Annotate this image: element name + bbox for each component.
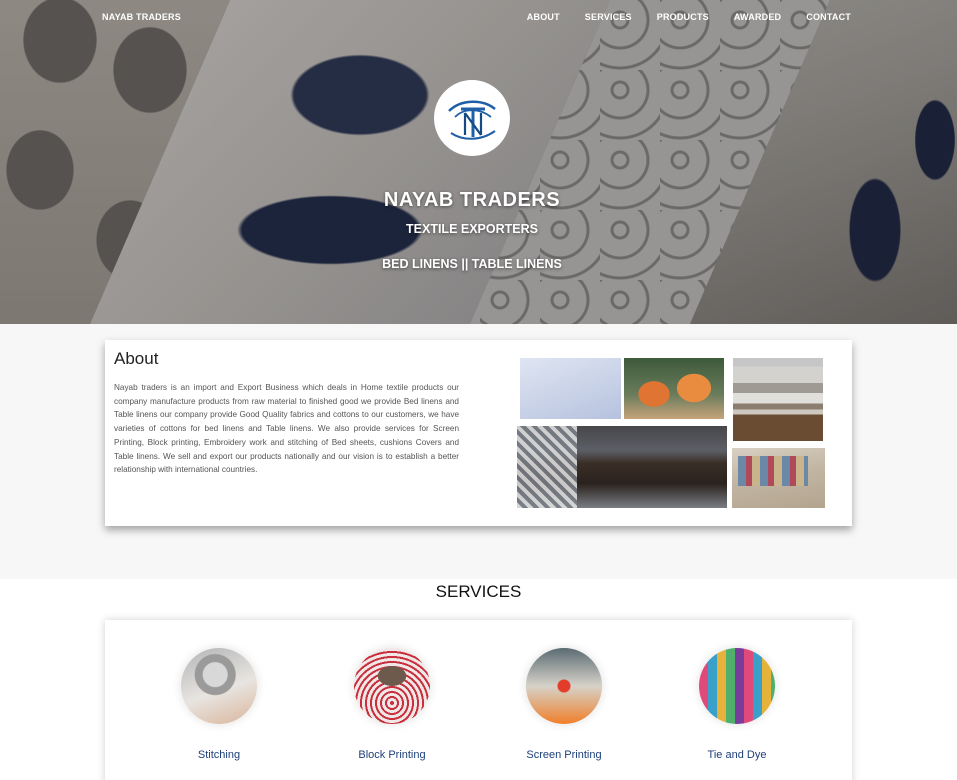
service-tie-and-dye[interactable]: Tie and Dye [667,648,807,761]
top-nav: NAYAB TRADERS ABOUT SERVICES PRODUCTS AW… [0,0,957,34]
block-printing-image [354,648,430,724]
tn-monogram-icon [448,100,496,140]
services-title: SERVICES [435,582,522,601]
service-label[interactable]: Block Printing [322,749,462,761]
nav-about[interactable]: ABOUT [527,12,560,22]
cushion-photo [624,358,724,419]
about-title: About [114,349,159,368]
towel-stack-photo [733,358,823,441]
service-stitching[interactable]: Stitching [149,648,289,761]
service-label[interactable]: Stitching [149,749,289,761]
hero-overlay [0,0,957,324]
table-runner-photo [517,426,727,508]
service-block-printing[interactable]: Block Printing [322,648,462,761]
placemat-photo [732,448,825,508]
service-label[interactable]: Screen Printing [494,749,634,761]
brand-link[interactable]: NAYAB TRADERS [102,12,181,22]
hero-subtitle: TEXTILE EXPORTERS [406,222,538,236]
screen-printing-image [526,648,602,724]
nav-awarded[interactable]: AWARDED [734,12,781,22]
hero-title: NAYAB TRADERS [383,189,561,211]
nav-products[interactable]: PRODUCTS [657,12,709,22]
tie-and-dye-image [699,648,775,724]
hero-tagline: BED LINENS || TABLE LINENS [382,257,562,271]
nav-contact[interactable]: CONTACT [806,12,851,22]
service-screen-printing[interactable]: Screen Printing [494,648,634,761]
hero-banner: NAYAB TRADERS ABOUT SERVICES PRODUCTS AW… [0,0,957,324]
stitching-image [181,648,257,724]
about-text: Nayab traders is an import and Export Bu… [114,383,459,475]
company-logo [434,80,510,156]
nav-links: ABOUT SERVICES PRODUCTS AWARDED CONTACT [527,12,851,22]
bedsheet-photo [520,358,621,419]
service-label[interactable]: Tie and Dye [667,749,807,761]
nav-services[interactable]: SERVICES [585,12,632,22]
